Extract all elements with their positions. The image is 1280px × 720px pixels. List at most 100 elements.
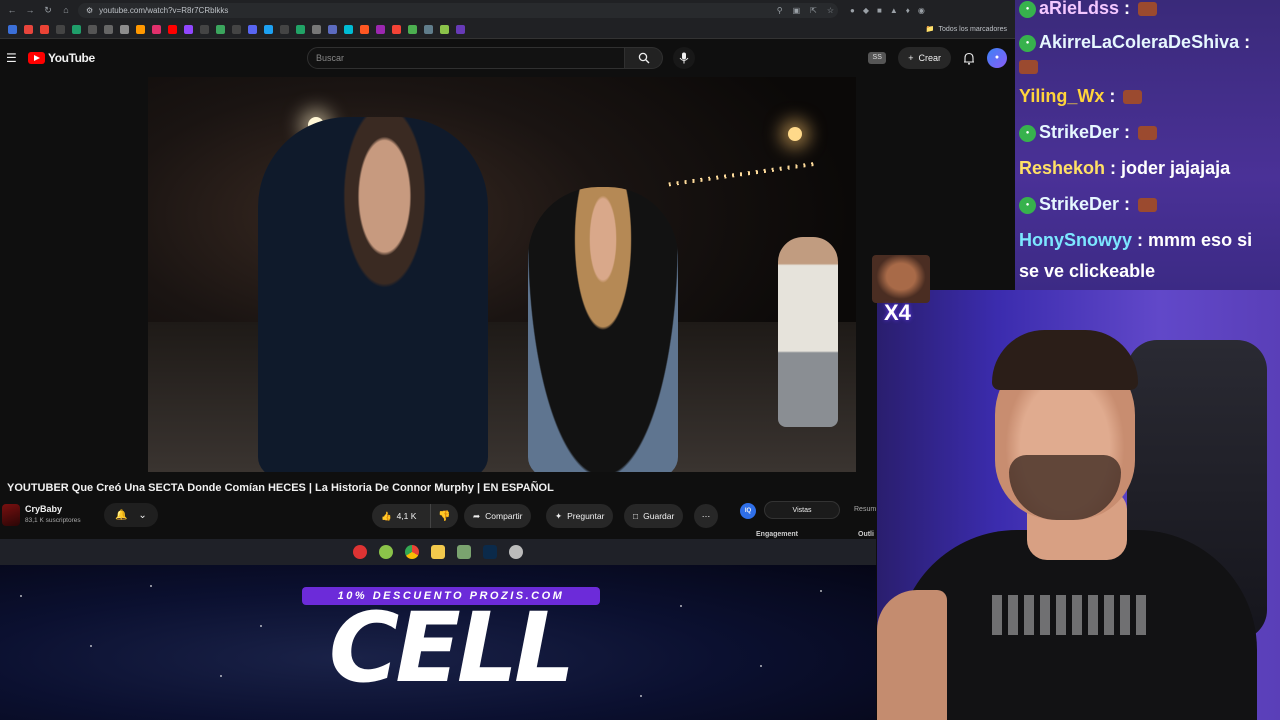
bookmark-icon[interactable] [120, 24, 129, 34]
bookmark-icon[interactable] [312, 24, 321, 34]
address-bar[interactable]: ⚙ youtube.com/watch?v=R8r7CRblkks ⚲ ▣ ⇱ … [78, 2, 838, 18]
youtube-play-icon [28, 52, 45, 64]
bookmark-icon[interactable] [424, 24, 433, 34]
chat-username: StrikeDer [1039, 122, 1120, 142]
like-count: 4,1 K [396, 511, 417, 521]
channel-name[interactable]: CryBaby [25, 504, 62, 514]
folder-icon[interactable] [431, 545, 445, 559]
share-button[interactable]: ➦ Compartir [464, 504, 532, 528]
bookmark-icon[interactable] [344, 24, 353, 34]
chat-emote-icon [1138, 198, 1158, 213]
youtube-header: ☰ YouTube Buscar SS + Crear ● [0, 39, 1015, 77]
bookmark-icon[interactable] [296, 24, 305, 34]
bookmark-icon[interactable] [104, 24, 113, 34]
x-icon[interactable] [56, 24, 65, 34]
zoom-icon[interactable]: ⚲ [777, 6, 783, 15]
extension-icon[interactable]: ● [850, 6, 855, 15]
stream-screen: ← → ↻ ⌂ ⚙ youtube.com/watch?v=R8r7CRblkk… [0, 0, 1280, 720]
dislike-button[interactable]: 👎 [430, 504, 458, 528]
save-label: Guardar [643, 511, 675, 521]
ss-badge[interactable]: SS [868, 52, 887, 64]
site-info-icon[interactable]: ⚙ [86, 6, 93, 15]
subscription-button[interactable]: 🔔 ⌄ [104, 503, 158, 527]
video-streetlight [788, 127, 802, 141]
bookmark-icon[interactable] [456, 24, 465, 34]
chat-text: se ve clickeable [1019, 261, 1156, 281]
more-actions-button[interactable]: ⋯ [694, 504, 718, 528]
bookmark-icon[interactable] [440, 24, 449, 34]
bookmark-star-icon[interactable]: ☆ [827, 6, 834, 15]
back-icon[interactable]: ← [6, 4, 18, 16]
save-button[interactable]: □ Guardar [624, 504, 684, 528]
bookmark-icon[interactable] [200, 24, 209, 34]
search-button[interactable] [625, 47, 663, 69]
bookmark-icon[interactable] [216, 24, 225, 34]
bookmark-icon[interactable] [408, 24, 417, 34]
account-avatar[interactable]: ● [987, 48, 1007, 68]
plus-icon: + [908, 53, 914, 63]
gmail-icon[interactable] [40, 24, 49, 34]
bookmark-icon[interactable] [72, 24, 81, 34]
instagram-icon[interactable] [152, 24, 161, 34]
bookmark-icon[interactable] [8, 24, 17, 34]
bookmark-icon[interactable] [280, 24, 289, 34]
discord-icon[interactable] [248, 24, 257, 34]
header-actions: SS + Crear ● [868, 47, 1007, 69]
app-icon[interactable] [457, 545, 471, 559]
chat-badge-icon: ● [1019, 196, 1036, 214]
app-icon[interactable] [379, 545, 393, 559]
chat-message: ● aRieLdss : [1019, 0, 1158, 19]
search-bar: Buscar [307, 47, 695, 69]
tab-vistas[interactable]: Vistas [764, 501, 840, 519]
photoshop-icon[interactable] [483, 545, 497, 559]
youtube-logo[interactable]: YouTube [28, 51, 95, 65]
twitch-icon[interactable] [184, 24, 193, 34]
home-icon[interactable]: ⌂ [60, 4, 72, 16]
bookmark-icon[interactable] [376, 24, 385, 34]
search-input[interactable]: Buscar [307, 47, 625, 69]
video-player[interactable] [148, 77, 856, 472]
youtube-icon[interactable] [168, 24, 177, 34]
create-button[interactable]: + Crear [898, 47, 951, 69]
streamer-webcam [877, 290, 1280, 720]
menu-icon[interactable]: ☰ [6, 51, 20, 65]
app-icon[interactable] [509, 545, 523, 559]
all-bookmarks[interactable]: 📁 Todos los marcadores [926, 25, 1007, 34]
channel-avatar[interactable] [2, 504, 20, 526]
chevron-down-icon: ⌄ [138, 509, 147, 521]
tab-resumen[interactable]: Resum [854, 501, 876, 519]
chat-message: ● AkirreLaColeraDeShiva : [1019, 32, 1250, 53]
panel-logo-icon[interactable]: IQ [740, 503, 756, 519]
video-bystander [778, 237, 838, 427]
streamer-arm [877, 590, 947, 720]
analytics-side-panel: IQ Vistas Resum Engagement Outli [732, 500, 878, 540]
forward-icon[interactable]: → [24, 4, 36, 16]
profile-icon[interactable]: ◉ [918, 6, 925, 15]
extension-icon[interactable]: ■ [877, 6, 882, 15]
extensions-puzzle-icon[interactable]: ♦ [906, 6, 910, 15]
extension-icons: ● ◆ ■ ▲ ♦ ◉ [850, 6, 925, 15]
chat-emote-icon [1123, 90, 1143, 105]
bookmark-icon[interactable] [328, 24, 337, 34]
share-page-icon[interactable]: ⇱ [810, 6, 817, 15]
bookmark-icon[interactable] [24, 24, 33, 34]
app-icon[interactable] [353, 545, 367, 559]
chrome-icon[interactable] [405, 545, 419, 559]
extension-icon[interactable]: ▲ [890, 6, 898, 15]
bookmark-icon[interactable] [392, 24, 401, 34]
video-string-lights [668, 161, 818, 187]
bookmark-icon: □ [633, 511, 639, 521]
bookmark-icon[interactable] [264, 24, 273, 34]
ask-button[interactable]: ✦ Preguntar [546, 504, 614, 528]
bookmark-icon[interactable] [136, 24, 145, 34]
promo-product-word: CELL [328, 592, 575, 704]
cast-icon[interactable]: ▣ [793, 6, 801, 15]
bookmark-icon[interactable] [360, 24, 369, 34]
notifications-bell-icon[interactable] [963, 52, 975, 65]
voice-search-button[interactable] [673, 47, 695, 69]
chat-emote-icon [1138, 2, 1158, 17]
extension-icon[interactable]: ◆ [863, 6, 869, 15]
reload-icon[interactable]: ↻ [42, 4, 54, 16]
bookmark-icon[interactable] [232, 24, 241, 34]
bookmark-icon[interactable] [88, 24, 97, 34]
